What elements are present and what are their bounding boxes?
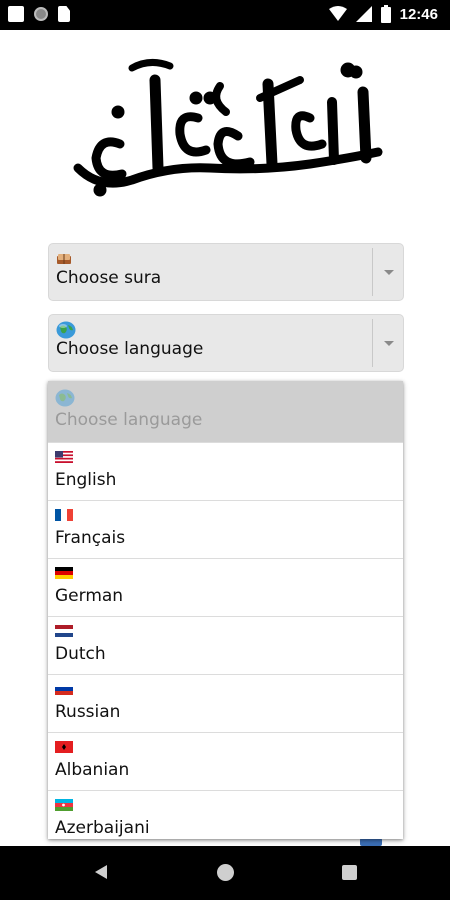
globe-icon — [55, 389, 75, 411]
language-option-label: Dutch — [55, 644, 106, 664]
app-screen: 12:46 Choose sura Choose language Choose… — [0, 0, 450, 900]
dropdown-placeholder-option[interactable]: Choose language — [48, 381, 403, 443]
language-option-label: Azerbaijani — [55, 818, 150, 838]
chevron-down-icon[interactable] — [384, 270, 394, 275]
recents-icon[interactable] — [342, 865, 357, 880]
nl-flag-icon — [55, 625, 73, 637]
language-option-label: Français — [55, 528, 126, 548]
language-option-dutch[interactable]: Dutch — [48, 617, 403, 675]
select-divider — [372, 319, 373, 367]
language-option-azerbaijani[interactable]: Azerbaijani — [48, 791, 403, 839]
record-icon — [34, 7, 48, 21]
language-option-english[interactable]: English — [48, 443, 403, 501]
sd-card-icon — [58, 6, 70, 22]
battery-icon — [380, 5, 391, 23]
ru-flag-icon — [55, 683, 73, 695]
app-logo-calligraphy — [73, 59, 383, 197]
fr-flag-icon — [55, 509, 73, 521]
navigation-bar — [0, 846, 450, 900]
language-select[interactable]: Choose language — [48, 314, 404, 372]
select-divider — [372, 248, 373, 296]
us-flag-icon — [55, 451, 73, 463]
quran-book-icon — [56, 250, 72, 269]
status-bar: 12:46 — [0, 0, 450, 30]
home-icon[interactable] — [217, 864, 234, 881]
language-select-label: Choose language — [56, 339, 204, 359]
signal-icon — [355, 6, 372, 22]
dropdown-placeholder-label: Choose language — [55, 410, 203, 430]
language-option-label: Russian — [55, 702, 121, 722]
language-option-label: English — [55, 470, 117, 490]
language-dropdown-list: Choose language English Français German … — [48, 381, 403, 839]
wifi-icon — [328, 6, 347, 21]
background-content-peek — [360, 838, 382, 846]
az-flag-icon — [55, 799, 73, 811]
de-flag-icon — [55, 567, 73, 579]
clock-time: 12:46 — [399, 5, 438, 23]
sura-select-label: Choose sura — [56, 268, 162, 288]
al-flag-icon — [55, 741, 73, 753]
language-option-label: Albanian — [55, 760, 130, 780]
language-option-german[interactable]: German — [48, 559, 403, 617]
language-option-label: German — [55, 586, 124, 606]
sura-select[interactable]: Choose sura — [48, 243, 404, 301]
language-option-russian[interactable]: Russian — [48, 675, 403, 733]
chevron-down-icon[interactable] — [384, 341, 394, 346]
language-option-albanian[interactable]: Albanian — [48, 733, 403, 791]
notification-square-icon — [8, 6, 24, 22]
back-icon[interactable] — [94, 864, 108, 880]
language-option-french[interactable]: Français — [48, 501, 403, 559]
